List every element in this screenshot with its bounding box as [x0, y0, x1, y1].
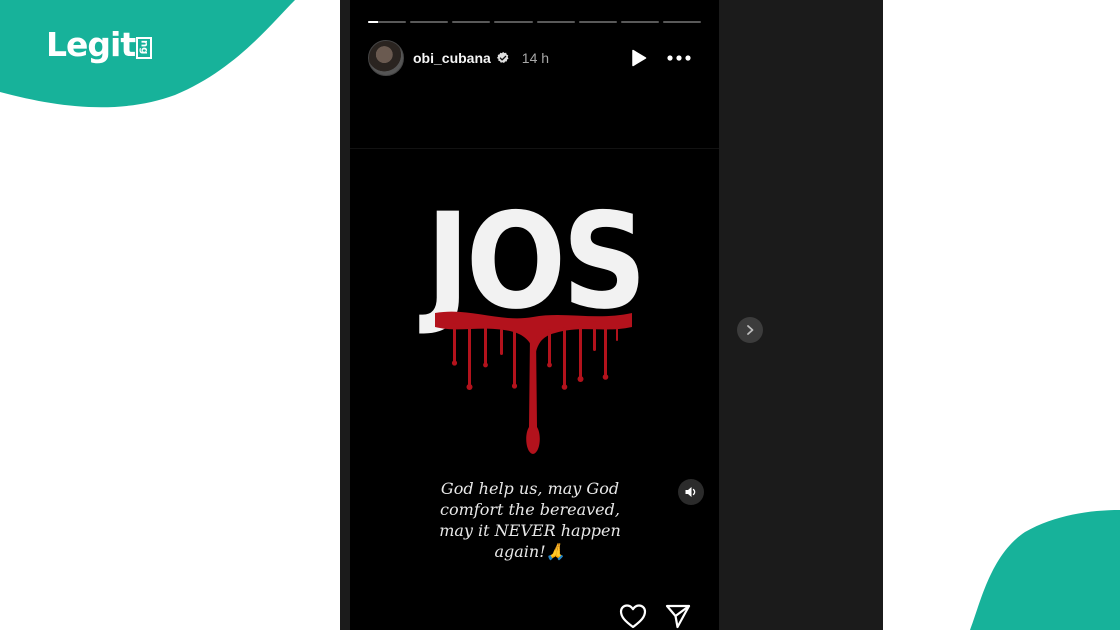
legit-logo: Legit ng [46, 25, 153, 64]
progress-segment [494, 21, 533, 23]
next-story-button[interactable] [737, 317, 763, 343]
more-options-button[interactable] [667, 46, 691, 70]
heart-icon[interactable] [619, 603, 647, 629]
progress-segment [452, 21, 491, 23]
progress-segment [662, 21, 701, 23]
brand-blob-bottom-right [970, 510, 1120, 630]
progress-segment [578, 21, 617, 23]
mute-button[interactable] [678, 479, 704, 505]
story-header: obi_cubana 14 h [368, 38, 701, 78]
progress-segment [410, 21, 449, 23]
story-artwork: JOS [350, 195, 719, 465]
paper-plane-icon[interactable] [664, 603, 692, 629]
progress-fill [368, 21, 378, 23]
play-button[interactable] [627, 46, 651, 70]
play-icon [632, 49, 647, 67]
avatar[interactable] [368, 40, 404, 76]
username[interactable]: obi_cubana [413, 50, 491, 66]
verified-badge-icon [496, 51, 509, 64]
progress-segment [536, 21, 575, 23]
speaker-icon [685, 487, 696, 497]
more-icon [667, 55, 691, 61]
progress-segment [620, 21, 659, 23]
logo-text: Legit [46, 25, 136, 64]
timestamp: 14 h [521, 50, 550, 66]
progress-segment [368, 21, 407, 23]
blood-drip-graphic [435, 311, 632, 454]
story-caption: God help us, may God comfort the bereave… [439, 479, 621, 561]
story-divider [350, 148, 719, 149]
logo-suffix: ng [136, 36, 153, 59]
story-progress-bar [368, 21, 701, 25]
chevron-right-icon [747, 325, 754, 335]
